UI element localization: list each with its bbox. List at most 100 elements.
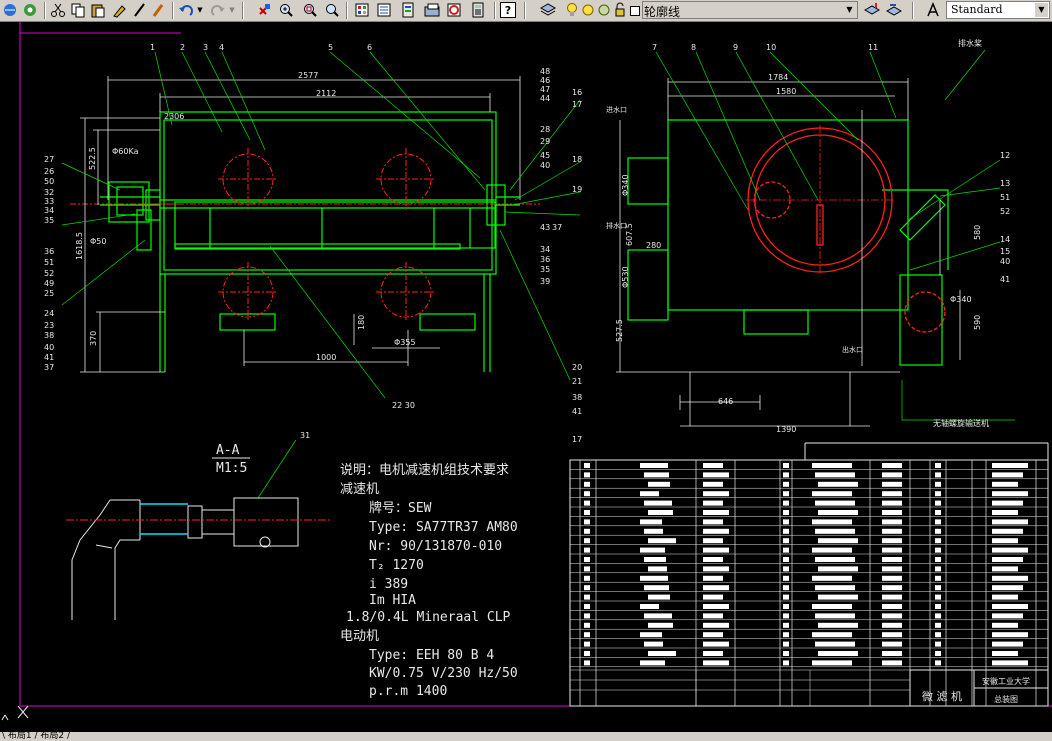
- svg-text:减速机: 减速机: [340, 482, 379, 497]
- svg-text:7: 7: [652, 43, 657, 52]
- svg-text:47: 47: [540, 85, 550, 94]
- layer-color-swatch[interactable]: [630, 6, 640, 16]
- svg-text:4: 4: [219, 43, 224, 52]
- markup-icon[interactable]: [446, 2, 462, 18]
- svg-text:29: 29: [540, 137, 550, 146]
- text-style-icon[interactable]: [926, 2, 942, 18]
- match-properties-icon[interactable]: [112, 2, 128, 18]
- svg-text:28: 28: [540, 125, 550, 134]
- zoom-realtime-icon[interactable]: [278, 2, 294, 18]
- dim-d530: Φ530: [621, 266, 630, 288]
- dim-1618: 1618.5: [75, 232, 84, 260]
- svg-text:16: 16: [572, 88, 582, 97]
- svg-text:1.8/0.4L Mineraal CLP: 1.8/0.4L Mineraal CLP: [346, 610, 511, 625]
- brush-icon[interactable]: [150, 2, 166, 18]
- section-title: A-A: [216, 443, 240, 458]
- paste-icon[interactable]: [90, 2, 106, 18]
- svg-text:Type: EEH 80 B 4: Type: EEH 80 B 4: [369, 648, 494, 663]
- layer-previous-icon[interactable]: [886, 2, 902, 18]
- publish-icon[interactable]: [22, 2, 38, 18]
- properties-icon[interactable]: [354, 2, 370, 18]
- text-style-dropdown[interactable]: Standard ▼: [946, 1, 1050, 19]
- svg-text:20: 20: [572, 363, 582, 372]
- callout-bottom: 22 30: [392, 401, 415, 410]
- svg-text:33: 33: [44, 197, 54, 206]
- svg-text:9: 9: [733, 43, 738, 52]
- dim-527: 527.5: [615, 319, 624, 342]
- dim-d355: Φ355: [394, 338, 416, 347]
- svg-text:36: 36: [44, 247, 54, 256]
- svg-text:52: 52: [1000, 207, 1010, 216]
- dim-1390: 1390: [776, 425, 796, 434]
- layer-manager-icon[interactable]: [540, 2, 556, 18]
- label-spray: 排水桨: [958, 38, 982, 48]
- block-editor-icon[interactable]: [132, 2, 148, 18]
- zoom-window-icon[interactable]: [302, 2, 318, 18]
- svg-text:50: 50: [44, 177, 54, 186]
- layout-tabs[interactable]: \ 布局1 / 布局2 /: [2, 732, 70, 741]
- pan-icon[interactable]: [256, 2, 272, 18]
- dim-d340-inlet: Φ340: [621, 174, 630, 196]
- svg-text:37: 37: [552, 223, 562, 232]
- svg-text:21: 21: [572, 377, 582, 386]
- title-name: 微 滤 机: [922, 689, 962, 703]
- dim-d340: Φ340: [950, 295, 972, 304]
- lock-icon[interactable]: [596, 2, 612, 18]
- cut-icon[interactable]: [50, 2, 66, 18]
- svg-text:44: 44: [540, 94, 550, 103]
- svg-text:2: 2: [180, 43, 185, 52]
- calculator-icon[interactable]: [470, 2, 486, 18]
- svg-text:18: 18: [572, 155, 582, 164]
- dim-d50: Φ50: [90, 237, 106, 246]
- dim-1784: 1784: [768, 73, 788, 82]
- svg-text:34: 34: [540, 245, 550, 254]
- sheet-set-icon[interactable]: [424, 2, 440, 18]
- svg-text:1: 1: [150, 43, 155, 52]
- svg-text:10: 10: [766, 43, 776, 52]
- svg-text:19: 19: [572, 185, 582, 194]
- svg-text:24: 24: [44, 309, 54, 318]
- help-icon[interactable]: ?: [500, 2, 516, 18]
- svg-text:45: 45: [540, 151, 550, 160]
- zoom-previous-icon[interactable]: [324, 2, 340, 18]
- drawing-canvas[interactable]: 2577 2112 2306 Φ60Ka Φ50 1000 Φ355 370 5…: [0, 22, 1052, 734]
- svg-text:i 389: i 389: [369, 577, 408, 592]
- svg-text:27: 27: [44, 155, 54, 164]
- undo-dropdown-icon[interactable]: ▼: [196, 2, 204, 18]
- undo-icon[interactable]: [178, 2, 194, 18]
- redo-dropdown-icon[interactable]: ▼: [228, 2, 236, 18]
- svg-text:说明：电机减速机组技术要求: 说明：电机减速机组技术要求: [340, 463, 509, 478]
- dim-inner: 2112: [316, 89, 336, 98]
- dim-overall: 2577: [298, 71, 318, 80]
- label-outlet: 出水口: [842, 345, 863, 354]
- svg-text:8: 8: [691, 43, 696, 52]
- svg-text:51: 51: [1000, 193, 1010, 202]
- svg-text:36: 36: [540, 255, 550, 264]
- layout-tabs-bar[interactable]: \ 布局1 / 布局2 /: [0, 732, 1052, 741]
- svg-text:41: 41: [44, 353, 54, 362]
- svg-text:40: 40: [44, 343, 54, 352]
- svg-text:11: 11: [868, 43, 878, 52]
- svg-text:23: 23: [44, 321, 54, 330]
- dim-1580: 1580: [776, 87, 796, 96]
- make-object-layer-current-icon[interactable]: [864, 2, 880, 18]
- dim-180: 180: [357, 315, 366, 330]
- label-inlet: 进水口: [606, 105, 627, 114]
- plot-icon[interactable]: [612, 2, 628, 18]
- dim-607: 607.5: [625, 223, 634, 246]
- layer-dropdown[interactable]: ▼: [642, 1, 858, 19]
- svg-text:52: 52: [44, 269, 54, 278]
- label-conveyor: 无轴螺旋输送机: [933, 418, 989, 428]
- design-center-icon[interactable]: [376, 2, 392, 18]
- svg-text:KW/0.75 V/230 Hz/50: KW/0.75 V/230 Hz/50: [369, 666, 518, 681]
- sun-icon[interactable]: [580, 2, 596, 18]
- dim-1000: 1000: [316, 353, 336, 362]
- lightbulb-icon[interactable]: [564, 2, 580, 18]
- svg-text:6: 6: [367, 43, 372, 52]
- tool-palettes-icon[interactable]: [400, 2, 416, 18]
- inquiry-icon[interactable]: [2, 2, 18, 18]
- svg-text:13: 13: [1000, 179, 1010, 188]
- copy-icon[interactable]: [70, 2, 86, 18]
- redo-icon[interactable]: [210, 2, 226, 18]
- svg-text:17: 17: [572, 435, 582, 444]
